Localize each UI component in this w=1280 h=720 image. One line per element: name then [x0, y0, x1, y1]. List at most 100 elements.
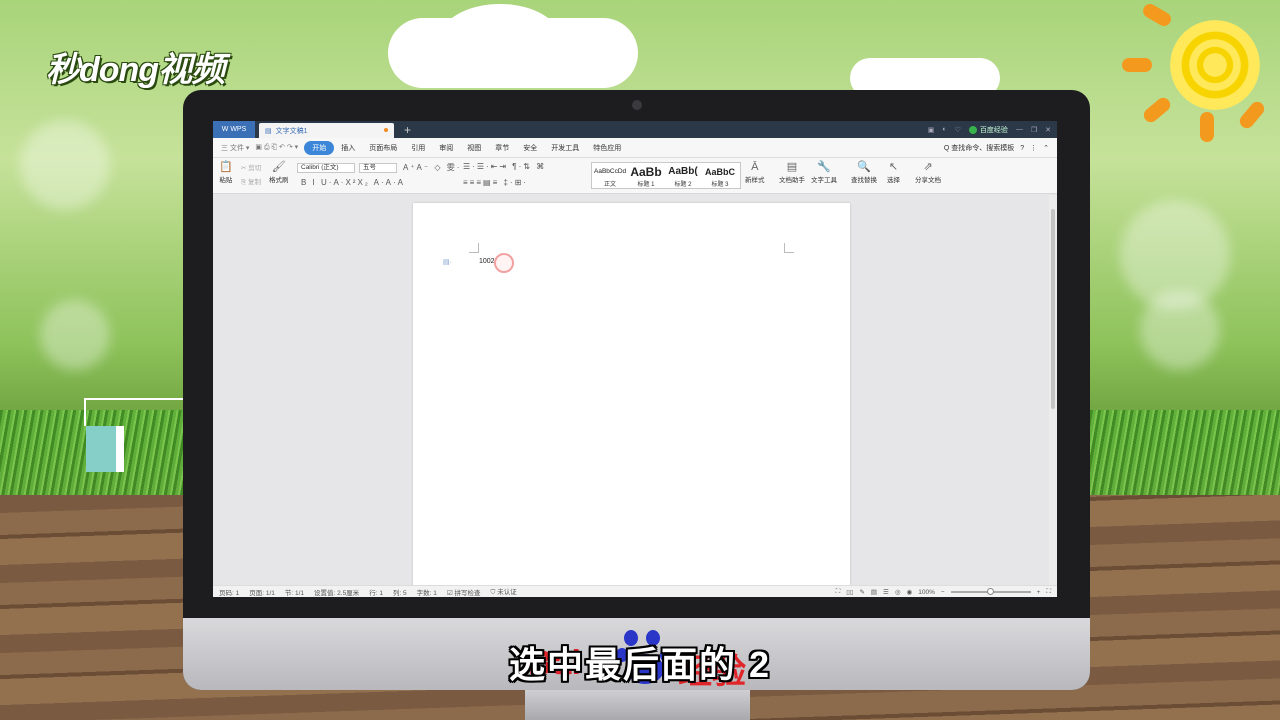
- menu-item-references[interactable]: 引用: [404, 143, 432, 153]
- font-name-select[interactable]: Calibri (正文): [297, 163, 355, 173]
- alignment-tools[interactable]: ≡≡≡▤≡ ‡·⊞·: [463, 178, 528, 187]
- wps-logo-icon: W: [221, 126, 229, 133]
- font-size-select[interactable]: 五号: [359, 163, 397, 173]
- search-label: Q 查找命令、搜索模板: [943, 145, 1015, 152]
- search-icon: 🔍: [857, 161, 871, 173]
- sun-ray: [1141, 94, 1173, 126]
- style-preview: AaBb(: [668, 166, 698, 177]
- menu-item-insert[interactable]: 插入: [334, 143, 362, 153]
- status-col: 列: 5: [392, 589, 407, 597]
- zoom-in-icon[interactable]: +: [1037, 589, 1041, 596]
- view-controls: ⛶ ▯▯ ✎ ▤ ☰ ◎ ◉ 100% − + ⛶: [836, 586, 1051, 597]
- margin-corner: [784, 243, 794, 253]
- menu-item-security[interactable]: 安全: [516, 143, 544, 153]
- layout-icon[interactable]: ▣: [928, 126, 935, 134]
- page-view-icon[interactable]: ▤: [871, 588, 877, 596]
- menu-item-review[interactable]: 审阅: [432, 143, 460, 153]
- paste-button[interactable]: 📋 粘贴: [219, 161, 233, 184]
- login-label: 百度经验: [979, 126, 1008, 134]
- zoom-level[interactable]: 100%: [918, 589, 935, 596]
- spell-label: 拼写检查: [454, 589, 481, 597]
- style-heading-1[interactable]: AaBb 标题 1: [628, 165, 664, 188]
- status-bar: 页码: 1 页面: 1/1 节: 1/1 设置值: 2.5厘米 行: 1 列: …: [213, 585, 1057, 597]
- copy-button[interactable]: ⎘ 复制: [241, 176, 261, 187]
- ribbon-toolbar: 📋 粘贴 ✂ 剪切 ⎘ 复制 🖌 格式刷 Calibri (正文) 五号 A⁺A⁻ …: [213, 158, 1057, 194]
- sun-ray: [1236, 99, 1268, 131]
- quick-access-icons[interactable]: ▣ ⎙ ⎗ ↶ ↷ ▾: [255, 143, 298, 152]
- new-style-button[interactable]: Ā 新样式: [745, 161, 765, 184]
- status-page-number: 页码: 1: [219, 589, 240, 597]
- font-style-tools[interactable]: B I U·A·X²X₂ A·A·A: [301, 178, 405, 187]
- new-tab-button[interactable]: +: [404, 123, 411, 137]
- minimize-icon[interactable]: —: [1016, 126, 1023, 133]
- cert-status[interactable]: ⛉ 未认证: [491, 586, 517, 597]
- scroll-thumb[interactable]: [1051, 209, 1055, 409]
- command-search[interactable]: Q 查找命令、搜索模板 ? ⋮ ⌃: [944, 138, 1049, 158]
- list-tools[interactable]: ☰·☰·⇤⇥ ¶·⇅ ⌘: [463, 162, 546, 171]
- share-button[interactable]: ⇗ 分享文档: [915, 161, 941, 184]
- style-preview: AaBbCcDd: [594, 168, 627, 175]
- user-icon: [968, 125, 977, 134]
- cut-button[interactable]: ✂ 剪切: [241, 162, 261, 172]
- eye-icon[interactable]: ◉: [907, 588, 913, 596]
- text-tools-button[interactable]: 🔧 文字工具: [811, 161, 837, 184]
- menu-item-features[interactable]: 特色应用: [586, 143, 628, 153]
- file-menu[interactable]: 三 文件 ▾: [221, 143, 249, 153]
- menu-item-home[interactable]: 开始: [304, 140, 335, 155]
- web-view-icon[interactable]: ◎: [895, 588, 901, 596]
- style-normal[interactable]: AaBbCcDd 正文: [594, 165, 626, 188]
- spell-check-button[interactable]: ☑ 拼写检查: [447, 587, 481, 597]
- share-icon: ⇗: [923, 161, 933, 173]
- zoom-out-icon[interactable]: −: [941, 589, 945, 596]
- zoom-knob[interactable]: [986, 588, 994, 595]
- font-size-tools[interactable]: A⁺A⁻ ◇ 雯·: [403, 162, 461, 173]
- status-setting: 设置值: 2.5厘米: [314, 589, 360, 597]
- find-replace-button[interactable]: 🔍 查找替换: [851, 161, 877, 184]
- wrench-icon: 🔧: [817, 161, 831, 173]
- menu-item-view[interactable]: 视图: [460, 143, 488, 153]
- sun-ray: [1122, 58, 1152, 72]
- cursor-highlight: [494, 253, 514, 273]
- cert-label: 未认证: [497, 589, 517, 596]
- close-icon[interactable]: ✕: [1045, 126, 1051, 134]
- style-heading-3[interactable]: AaBbC 标题 3: [702, 165, 738, 188]
- find-replace-label: 查找替换: [851, 177, 877, 184]
- collapse-icon[interactable]: ⌃: [1043, 144, 1049, 152]
- doc-helper-button[interactable]: ▤ 文档助手: [779, 161, 805, 184]
- write-view-icon[interactable]: ✎: [859, 588, 864, 596]
- menu-item-layout[interactable]: 页面布局: [362, 143, 404, 153]
- menu-item-section[interactable]: 章节: [488, 143, 516, 153]
- shirt-icon[interactable]: ♡: [955, 126, 961, 134]
- style-preview: AaBbC: [704, 167, 735, 177]
- pointer-icon: ↖: [888, 161, 899, 173]
- status-words: 字数: 1: [416, 589, 437, 597]
- paragraph-icon[interactable]: ▤·: [443, 258, 452, 266]
- margin-corner: [469, 243, 479, 253]
- select-label: 选择: [887, 177, 900, 184]
- zoom-slider[interactable]: [950, 588, 1031, 595]
- more-icon[interactable]: ⋮: [1030, 144, 1037, 152]
- fullscreen-icon[interactable]: ⛶: [836, 588, 841, 596]
- style-heading-2[interactable]: AaBb( 标题 2: [665, 165, 701, 188]
- login-button[interactable]: 百度经验: [968, 125, 1008, 135]
- fit-icon[interactable]: ⛶: [1046, 588, 1051, 596]
- style-name: 标题 2: [674, 182, 692, 188]
- vertical-scrollbar[interactable]: [1049, 195, 1057, 585]
- help-icon[interactable]: ?: [1020, 145, 1024, 152]
- restore-icon[interactable]: ❐: [1031, 126, 1037, 134]
- document-page[interactable]: ▤· 1002: [413, 203, 850, 597]
- skin-icon[interactable]: ◐: [942, 126, 946, 133]
- read-view-icon[interactable]: ▯▯: [846, 588, 853, 596]
- tab-document[interactable]: ▤ 文字文稿1: [259, 123, 394, 138]
- status-row: 行: 1: [369, 589, 383, 597]
- tab-wps[interactable]: W WPS: [213, 121, 255, 138]
- decor-line: [84, 398, 86, 426]
- style-name: 标题 1: [637, 182, 655, 188]
- outline-view-icon[interactable]: ☰: [883, 588, 889, 596]
- select-button[interactable]: ↖ 选择: [887, 161, 900, 184]
- document-text[interactable]: 1002: [479, 258, 495, 265]
- style-preview: AaBb: [630, 165, 662, 179]
- menu-item-developer[interactable]: 开发工具: [544, 143, 586, 153]
- format-painter-button[interactable]: 🖌 格式刷: [269, 161, 289, 184]
- status-section: 节: 1/1: [284, 589, 305, 597]
